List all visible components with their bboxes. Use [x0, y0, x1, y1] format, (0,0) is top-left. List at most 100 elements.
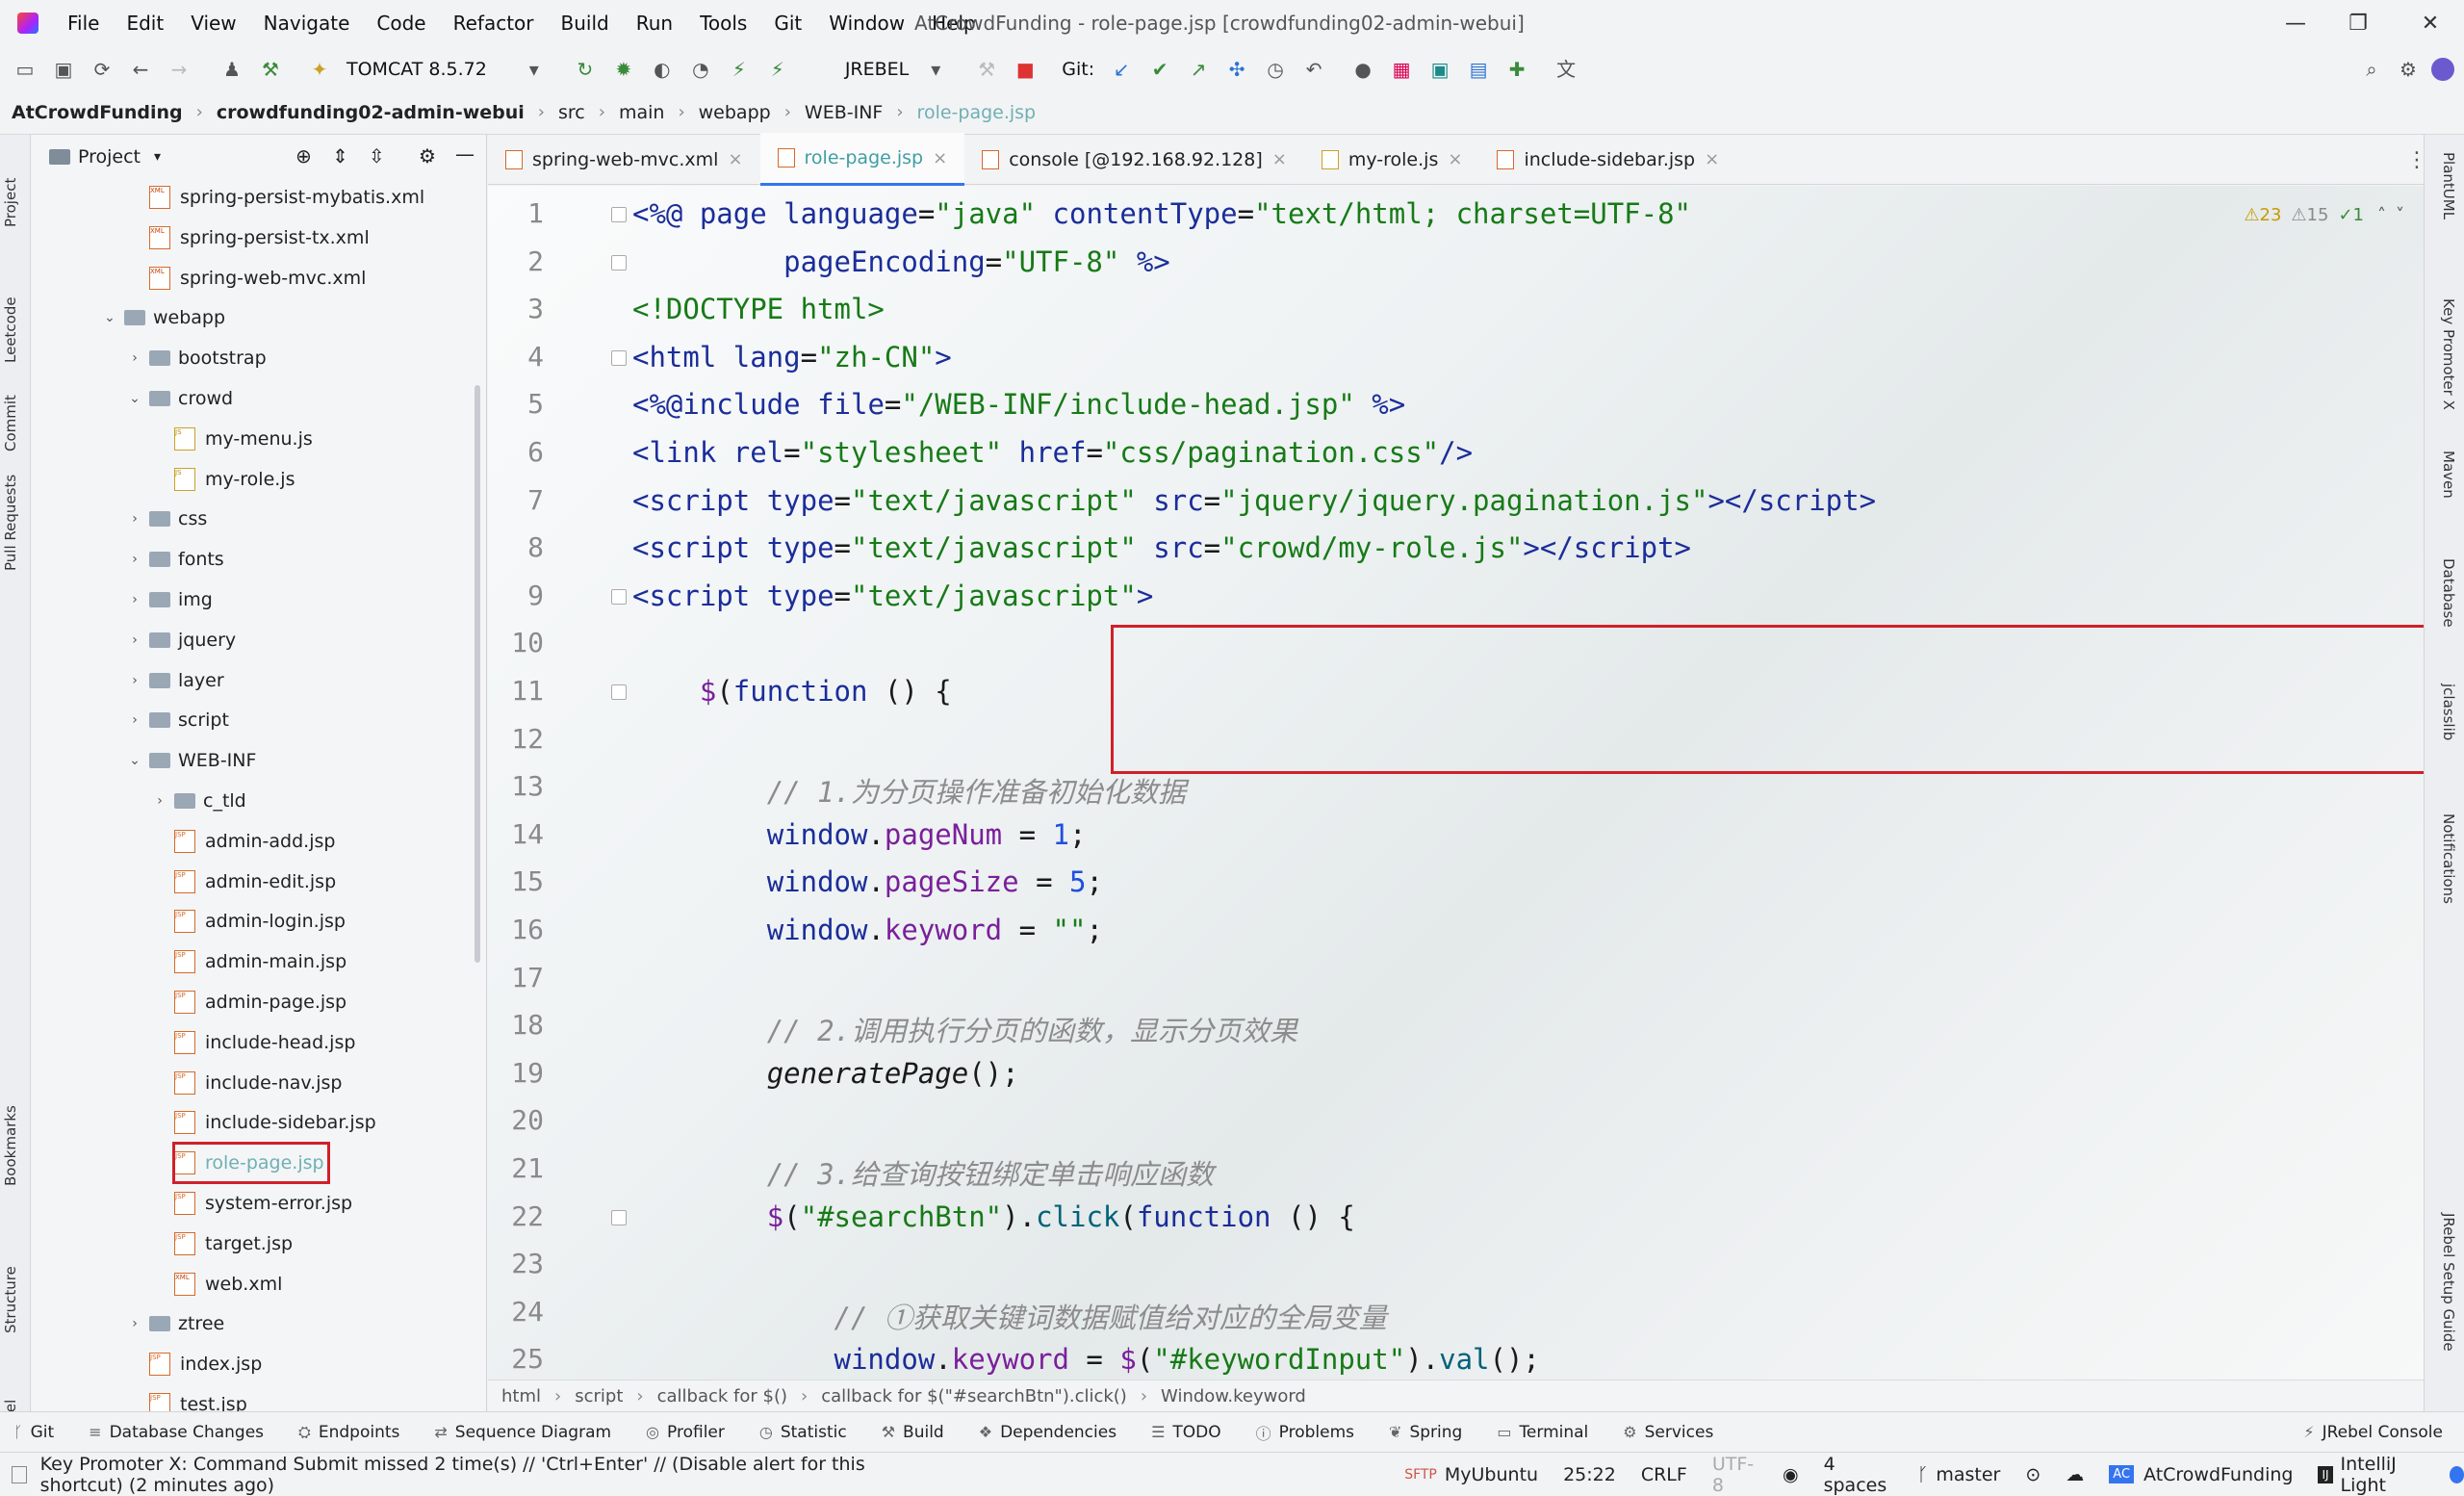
menu-window[interactable]: Window [829, 12, 905, 35]
close-icon[interactable]: × [1705, 149, 1719, 169]
tree-item[interactable]: JSP admin-login.jsp [151, 901, 346, 941]
tab-spring-web-mvc-xml[interactable]: spring-web-mvc.xml × [488, 135, 760, 185]
tool-window-endpoints[interactable]: ⛭ Endpoints [298, 1423, 399, 1442]
tree-item[interactable]: › img [126, 580, 213, 620]
tree-item[interactable]: ⌄ crowd [126, 378, 233, 419]
menu-tools[interactable]: Tools [700, 12, 747, 35]
close-icon[interactable]: × [1448, 149, 1462, 169]
status-message[interactable]: Key Promoter X: Command Submit missed 2 … [40, 1454, 948, 1496]
tree-item[interactable]: JSP include-sidebar.jsp [151, 1102, 376, 1143]
back-icon[interactable]: ← [128, 57, 153, 82]
tree-item[interactable]: XML spring-persist-mybatis.xml [126, 177, 424, 218]
git-commit-icon[interactable]: ✔ [1147, 57, 1172, 82]
chevron-down-icon[interactable]: ▾ [522, 57, 547, 82]
tab-my-role-js[interactable]: my-role.js × [1304, 135, 1480, 185]
menu-refactor[interactable]: Refactor [453, 12, 534, 35]
tool-window-spring[interactable]: ❦ Spring [1389, 1423, 1462, 1442]
inspection-widget[interactable]: ⚠23 ⚠15 ✓1 ˄ ˅ [2244, 205, 2404, 225]
code-line[interactable]: // 3.给查询按钮绑定单击响应函数 [632, 1152, 1214, 1193]
translate-icon[interactable]: 文 [1553, 57, 1578, 82]
git-merge-icon[interactable]: ✣ [1224, 57, 1249, 82]
expand-all-icon[interactable]: ⇕ [332, 144, 348, 168]
code-line[interactable]: <link rel="stylesheet" href="css/paginat… [632, 436, 1473, 469]
menu-navigate[interactable]: Navigate [264, 12, 350, 35]
close-icon[interactable]: × [1272, 149, 1287, 169]
plugin-icon[interactable]: ● [1350, 57, 1375, 82]
code-line[interactable]: $("#searchBtn").click(function () { [632, 1200, 1355, 1233]
tree-item[interactable]: › fonts [126, 539, 224, 580]
tree-item[interactable]: JSP target.jsp [151, 1224, 293, 1264]
tree-item[interactable]: › ztree [126, 1303, 224, 1344]
profile-icon[interactable]: ◔ [688, 57, 713, 82]
indent-setting[interactable]: 4 spaces [1824, 1454, 1892, 1496]
file-encoding[interactable]: UTF-8 [1712, 1454, 1758, 1496]
chevron-right-icon[interactable]: › [126, 350, 143, 366]
tree-item[interactable]: JSP include-nav.jsp [151, 1063, 342, 1103]
code-line[interactable]: <script type="text/javascript" src="jque… [632, 484, 1876, 517]
forward-icon[interactable]: → [167, 57, 192, 82]
chevron-up-icon[interactable]: ˄ [2377, 205, 2386, 225]
tool-tab-plantuml[interactable]: PlantUML [2432, 152, 2457, 277]
menu-view[interactable]: View [191, 12, 236, 35]
code-line[interactable]: <html lang="zh-CN"> [632, 341, 952, 374]
code-line[interactable]: // 1.为分页操作准备初始化数据 [632, 770, 1186, 811]
menu-code[interactable]: Code [376, 12, 425, 35]
sftp-server[interactable]: MyUbuntu [1445, 1464, 1538, 1485]
tool-window-dependencies[interactable]: ❖ Dependencies [979, 1423, 1116, 1442]
tool-window-services[interactable]: ⚙ Services [1623, 1423, 1713, 1442]
code-line[interactable]: // 2.调用执行分页的函数，显示分页效果 [632, 1009, 1297, 1049]
cloud-icon[interactable]: ☁ [2066, 1464, 2084, 1485]
maximize-button[interactable]: ❐ [2329, 6, 2387, 42]
chevron-right-icon[interactable]: › [126, 552, 143, 567]
editor-breadcrumb-item[interactable]: callback for $("#searchBtn").click() [821, 1386, 1127, 1406]
code-line[interactable]: <script type="text/javascript"> [632, 580, 1153, 612]
status-toggle-icon[interactable] [12, 1465, 27, 1483]
close-icon[interactable]: × [933, 148, 947, 168]
rerun-icon[interactable]: ↻ [573, 57, 598, 82]
tool-tab-key-promoter-x[interactable]: Key Promoter X [2432, 298, 2457, 443]
chevron-down-icon[interactable]: ˅ [2396, 205, 2404, 225]
tool-window-database-changes[interactable]: ≡ Database Changes [89, 1423, 264, 1442]
code-line[interactable]: <%@ page language="java" contentType="te… [632, 197, 1691, 230]
tool-tab-database[interactable]: Database [2432, 558, 2457, 693]
tree-item[interactable]: › css [126, 499, 207, 539]
breadcrumb-item[interactable]: role-page.jsp [917, 102, 1037, 123]
menu-edit[interactable]: Edit [126, 12, 164, 35]
chevron-down-icon[interactable]: ▾ [923, 57, 948, 82]
code-editor[interactable]: 1 2 3 4 5 6 7 8 9 10 11 12 13 14 15 16 17 18 19 20 21 22 23 24 2… [488, 186, 2424, 1380]
tree-item[interactable]: JSP admin-add.jsp [151, 821, 335, 862]
tree-item[interactable]: JSP system-error.jsp [151, 1183, 352, 1224]
tree-item[interactable]: JS my-role.js [151, 459, 295, 500]
palette-icon[interactable]: ▦ [1389, 57, 1414, 82]
history-icon[interactable]: ◷ [1263, 57, 1288, 82]
ok-count[interactable]: ✓1 [2338, 205, 2364, 225]
code-line[interactable]: window.pageSize = 5; [632, 865, 1103, 898]
git-branch[interactable]: master [1936, 1464, 2000, 1485]
editor-breadcrumb-item[interactable]: Window.keyword [1161, 1386, 1306, 1406]
theme-name[interactable]: IntelliJ Light [2341, 1454, 2432, 1496]
line-separator[interactable]: CRLF [1641, 1464, 1687, 1485]
chevron-right-icon[interactable]: › [151, 793, 168, 809]
jrebel-debug-icon[interactable]: ⚡ [765, 57, 790, 82]
code-line[interactable]: generatePage(); [632, 1057, 1019, 1090]
tool-window-profiler[interactable]: ◎ Profiler [646, 1423, 725, 1442]
chevron-right-icon[interactable]: › [126, 632, 143, 648]
chevron-right-icon[interactable]: › [126, 1316, 143, 1331]
tree-item[interactable]: › script [126, 700, 229, 740]
tree-item[interactable]: JSP test.jsp [126, 1384, 247, 1411]
caret-position[interactable]: 25:22 [1563, 1464, 1616, 1485]
scrollbar[interactable] [475, 385, 480, 963]
code-line[interactable]: <script type="text/javascript" src="crow… [632, 531, 1691, 564]
chevron-right-icon[interactable]: › [126, 592, 143, 607]
tool-window-statistic[interactable]: ◷ Statistic [759, 1423, 847, 1442]
hide-panel-icon[interactable]: — [455, 142, 475, 166]
stop-icon[interactable]: ■ [1013, 57, 1038, 82]
breadcrumb-item[interactable]: WEB-INF [805, 102, 883, 123]
tool-tab-pull-requests[interactable]: Pull Requests [2, 441, 29, 605]
build-hammer-icon[interactable]: ⚒ [258, 57, 283, 82]
close-window-button[interactable]: ✕ [2401, 6, 2459, 42]
chevron-down-icon[interactable]: ⌄ [101, 310, 118, 325]
tool-tab-project[interactable]: Project [2, 144, 29, 260]
editor-breadcrumb-item[interactable]: script [575, 1386, 623, 1406]
git-push-icon[interactable]: ↗ [1186, 57, 1211, 82]
